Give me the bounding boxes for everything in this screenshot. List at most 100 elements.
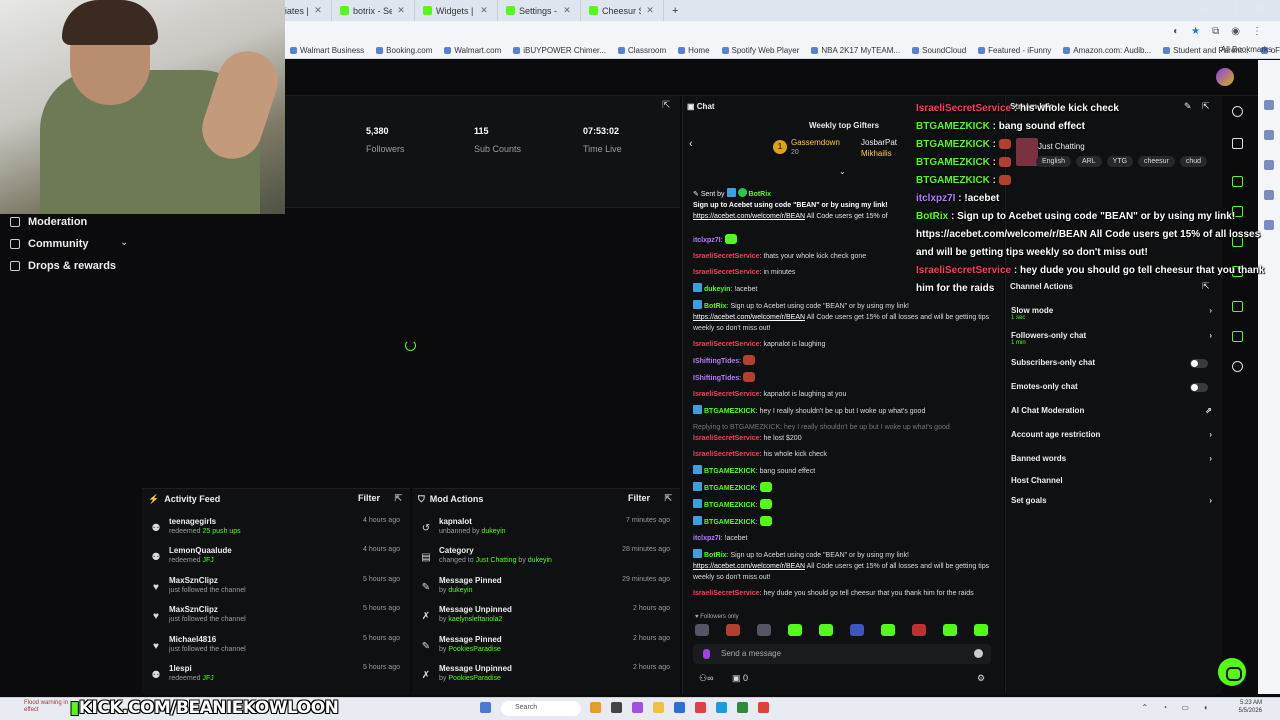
taskbar-clock[interactable]: 5:23 AM 5/5/2026 [1239,699,1262,715]
channel-action-row[interactable]: Emotes-only chat [1011,382,1218,392]
close-window-icon[interactable]: ✕ [1258,4,1266,15]
app-icon[interactable] [590,702,601,713]
feed-row-title[interactable]: LemonQuaalude [169,546,232,555]
chat-username[interactable]: BTGAMEZKICK [704,408,756,415]
emote-icon[interactable] [695,624,709,636]
chevron-left-icon[interactable]: ‹ [689,138,693,150]
popout-icon[interactable]: ⇱ [662,100,670,111]
bookmark-item[interactable]: Spotify Web Player [722,46,800,55]
chat-username[interactable]: BotRix [704,303,727,310]
emote-icon[interactable] [726,624,740,636]
browser-tab[interactable]: Settings - Microphone ✕ [498,0,581,21]
minimize-icon[interactable]: — [1199,4,1209,15]
user-avatar[interactable] [1216,68,1234,86]
system-tray[interactable]: ⌃ ◔ ▭ ◖ [1141,703,1214,712]
tab-close-icon[interactable]: ✕ [396,5,406,16]
emote-icon[interactable] [850,624,864,636]
bookmark-star-icon[interactable]: ★ [1191,26,1200,37]
emote-icon[interactable] [943,624,957,636]
new-tab-button[interactable]: + [664,5,686,17]
channel-action-row[interactable]: AI Chat Moderation ⇗ [1011,406,1218,415]
taskbar-search[interactable]: Search [501,701,581,716]
chat-username[interactable]: IsraeliSecretService [693,451,760,458]
emoji-icon[interactable] [974,649,983,658]
emote-icon[interactable] [757,624,771,636]
app-icon[interactable] [632,702,643,713]
chat-username[interactable]: BTGAMEZKICK [704,468,756,475]
feed-row-title[interactable]: Michael4816 [169,635,216,644]
feed-row-highlight[interactable]: PookiesParadise [448,675,501,682]
sidebar-item-drops[interactable]: Drops & rewards [10,260,116,272]
gift-icon[interactable]: ▣ [732,673,741,683]
app-icon[interactable] [737,702,748,713]
tab-close-icon[interactable]: ✕ [479,5,489,16]
chat-input[interactable]: Send a message [693,644,991,664]
chat-username[interactable]: itclxpz7I [693,535,721,542]
bookmark-item[interactable]: Booking.com [376,46,432,55]
chevron-right-icon[interactable]: › [1209,306,1212,315]
chat-username[interactable]: BTGAMEZKICK [704,502,756,509]
feed-row-title[interactable]: MaxSznClipz [169,576,218,585]
app-icon[interactable] [716,702,727,713]
chat-fab-icon[interactable] [1218,658,1246,686]
sidebar-item-moderation[interactable]: Moderation [10,216,87,228]
bookmark-item[interactable]: SoundCloud [912,46,966,55]
chevron-right-icon[interactable]: › [1209,496,1212,505]
feed-row-title[interactable]: Category [439,546,474,555]
layout-icon[interactable] [1232,301,1243,312]
emote-icon[interactable] [788,624,802,636]
chat-link[interactable]: https://acebet.com/welcome/r/BEAN [693,314,805,321]
chat-username[interactable]: IsraeliSecretService [693,269,760,276]
app-icon[interactable] [611,702,622,713]
windows-start-icon[interactable] [480,702,491,713]
extensions-icon[interactable]: ⧉ [1212,26,1219,37]
chat-username[interactable]: dukeyin [704,286,730,293]
all-bookmarks[interactable]: All Bookmarks [1221,45,1272,54]
feed-row-highlight[interactable]: dukeyin [528,557,552,564]
bookmark-item[interactable]: Walmart.com [444,46,501,55]
tab-close-icon[interactable]: ✕ [645,5,655,16]
channel-action-row[interactable]: Host Channel [1011,476,1218,485]
chat-link[interactable]: https://acebet.com/welcome/r/BEAN [693,563,805,570]
pinned-link[interactable]: https://acebet.com/welcome/r/BEAN [693,213,805,220]
toggle-switch[interactable] [1190,383,1208,392]
points-icon[interactable]: ⚇∞ [699,673,713,683]
expand-icon[interactable]: ⌄ [839,167,846,176]
emote-icon[interactable] [881,624,895,636]
feed-row-title[interactable]: Message Unpinned [439,664,512,673]
feed-row-title[interactable]: Message Pinned [439,576,502,585]
feed-row-highlight[interactable]: kaelynsleftariola2 [448,616,502,623]
bookmark-item[interactable]: Amazon.com: Audib... [1063,46,1151,55]
feed-row-highlight[interactable]: 25 push ups [202,528,240,535]
chevron-right-icon[interactable]: › [1209,331,1212,340]
profile-icon[interactable]: ◉ [1231,26,1240,37]
app-icon[interactable] [758,702,769,713]
app-icon[interactable] [653,702,664,713]
toggle-switch[interactable] [1190,359,1208,368]
maximize-icon[interactable]: ❐ [1229,4,1238,15]
chevron-down-icon[interactable]: ⌄ [120,237,128,248]
feed-row-highlight[interactable]: JFJ [202,557,213,564]
chat-username[interactable]: IShiftingTides [693,375,739,382]
tab-close-icon[interactable]: ✕ [313,5,323,16]
chat-username[interactable]: IsraeliSecretService [693,253,760,260]
channel-action-row[interactable]: Subscribers-only chat [1011,358,1218,368]
chat-username[interactable]: IsraeliSecretService [693,435,760,442]
feed-row-highlight[interactable]: Just Chatting [476,557,517,564]
chat-username[interactable]: itclxpz7I [693,237,721,244]
external-link-icon[interactable]: ⇗ [1205,406,1212,415]
emote-icon[interactable] [912,624,926,636]
bookmark-item[interactable]: Classroom [618,46,666,55]
feed-row-highlight[interactable]: dukeyin [481,528,505,535]
wrench-icon[interactable] [1232,331,1243,342]
bookmark-item[interactable]: Walmart Business [290,46,364,55]
feed-row-title[interactable]: Message Unpinned [439,605,512,614]
feed-row-title[interactable]: 1lespi [169,664,192,673]
chevron-right-icon[interactable]: › [1209,430,1212,439]
chat-username[interactable]: IsraeliSecretService [693,590,760,597]
popout-icon[interactable]: ⇱ [394,493,402,504]
browser-tab[interactable]: botrix - Search ✕ [332,0,415,21]
filter-button[interactable]: Filter [628,493,650,503]
tab-close-icon[interactable]: ✕ [562,5,572,16]
sidebar-item-community[interactable]: Community [10,238,89,250]
